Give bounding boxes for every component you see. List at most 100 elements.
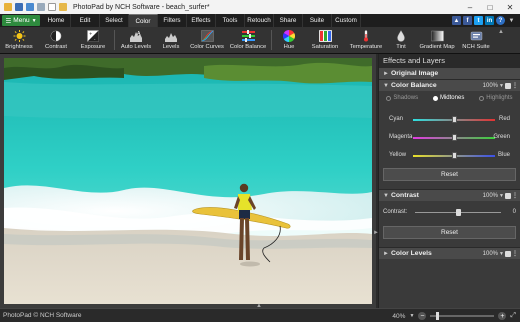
close-button[interactable]: ✕ bbox=[500, 0, 520, 14]
contrast-button[interactable]: Contrast bbox=[38, 27, 74, 53]
layer-menu-icon[interactable]: ⋮ bbox=[512, 192, 518, 199]
tab-custom[interactable]: Custom bbox=[332, 14, 361, 27]
layer-enabled-checkbox[interactable] bbox=[505, 193, 511, 199]
nch-suite-button[interactable]: NCH Suite bbox=[458, 27, 494, 53]
tab-color[interactable]: Color bbox=[129, 14, 158, 27]
facebook-icon[interactable]: f bbox=[463, 16, 472, 25]
radio-dot bbox=[386, 95, 392, 101]
collapse-arrow-icon[interactable]: ▼ bbox=[383, 83, 391, 89]
panel-title: Effects and Layers bbox=[379, 54, 520, 67]
help-icon[interactable]: ? bbox=[496, 16, 505, 25]
zoom-dropdown-icon[interactable]: ▼ bbox=[409, 313, 414, 319]
color-curves-button[interactable]: Color Curves bbox=[187, 27, 227, 53]
expand-arrow-icon[interactable]: ► bbox=[383, 71, 391, 77]
hue-button[interactable]: Hue bbox=[274, 27, 304, 53]
exposure-button[interactable]: + - Exposure bbox=[74, 27, 112, 53]
tab-retouch[interactable]: Retouch bbox=[245, 14, 274, 27]
ribbon-tabs: ☰ Menu ▼ Home Edit Select Color Filters … bbox=[0, 14, 520, 27]
tab-suite[interactable]: Suite bbox=[303, 14, 332, 27]
original-image-layer[interactable]: ► Original Image bbox=[379, 67, 520, 79]
layer-opacity[interactable]: 100% bbox=[483, 83, 498, 89]
image-canvas[interactable]: ► bbox=[0, 54, 379, 308]
color-balance-reset-button[interactable]: Reset bbox=[383, 168, 516, 181]
gradient-map-button[interactable]: Gradient Map bbox=[416, 27, 458, 53]
minimize-button[interactable]: – bbox=[460, 0, 480, 14]
toolbar-divider bbox=[271, 30, 272, 50]
levels-button[interactable]: Levels bbox=[155, 27, 187, 53]
tab-select[interactable]: Select bbox=[100, 14, 129, 27]
zoom-out-button[interactable]: − bbox=[418, 312, 427, 320]
tab-filters[interactable]: Filters bbox=[158, 14, 187, 27]
tab-effects[interactable]: Effects bbox=[187, 14, 216, 27]
toolbar-more-button[interactable]: ▲ bbox=[494, 27, 508, 53]
thumbs-up-icon[interactable]: ▲ bbox=[452, 16, 461, 25]
zoom-slider[interactable] bbox=[430, 312, 495, 320]
magenta-green-thumb[interactable] bbox=[451, 134, 457, 141]
chevron-down-icon[interactable]: ▼ bbox=[499, 193, 504, 199]
layer-enabled-checkbox[interactable] bbox=[505, 251, 511, 257]
color-toolbar: Brightness Contrast + - Exposure A Auto L… bbox=[0, 27, 520, 54]
layer-opacity[interactable]: 100% bbox=[483, 251, 498, 257]
layer-enabled-checkbox[interactable] bbox=[505, 83, 511, 89]
save-icon[interactable] bbox=[15, 3, 23, 11]
gradient-map-label: Gradient Map bbox=[419, 44, 455, 50]
contrast-value[interactable]: 0 bbox=[513, 209, 516, 215]
tab-home[interactable]: Home bbox=[42, 14, 71, 27]
layer-menu-icon[interactable]: ⋮ bbox=[512, 250, 518, 257]
color-levels-layer[interactable]: ► Color Levels 100% ▼ ⋮ bbox=[379, 247, 520, 259]
color-balance-button[interactable]: Color Balance bbox=[227, 27, 269, 53]
saturation-button[interactable]: Saturation bbox=[304, 27, 346, 53]
zoom-slider-thumb[interactable] bbox=[436, 312, 440, 320]
highlights-radio[interactable]: Highlights bbox=[479, 95, 513, 101]
new-icon[interactable] bbox=[48, 3, 56, 11]
menu-button[interactable]: ☰ Menu ▼ bbox=[2, 15, 40, 26]
collapse-arrow-icon[interactable]: ▼ bbox=[383, 193, 391, 199]
open-folder-icon[interactable] bbox=[59, 3, 67, 11]
layer-menu-icon[interactable]: ⋮ bbox=[512, 82, 518, 89]
options-chevron-icon[interactable]: ▼ bbox=[507, 16, 516, 25]
auto-levels-button[interactable]: A Auto Levels bbox=[117, 27, 155, 53]
color-balance-label: Color Balance bbox=[229, 44, 267, 50]
temperature-button[interactable]: Temperature bbox=[346, 27, 386, 53]
contrast-field-label: Contrast: bbox=[383, 209, 408, 215]
undo-icon[interactable] bbox=[26, 3, 34, 11]
app-logo-icon bbox=[4, 3, 12, 11]
linkedin-icon[interactable]: in bbox=[485, 16, 494, 25]
yellow-label: Yellow bbox=[389, 152, 407, 158]
levels-icon bbox=[164, 30, 178, 42]
layer-opacity[interactable]: 100% bbox=[483, 193, 498, 199]
contrast-icon bbox=[50, 30, 63, 42]
color-balance-icon bbox=[241, 30, 255, 42]
contrast-thumb[interactable] bbox=[455, 209, 461, 216]
contrast-reset-button[interactable]: Reset bbox=[383, 226, 516, 239]
hue-wheel-icon bbox=[283, 30, 296, 42]
highlights-label: Highlights bbox=[486, 95, 513, 101]
tab-edit[interactable]: Edit bbox=[71, 14, 100, 27]
maximize-button[interactable]: □ bbox=[480, 0, 500, 14]
fit-to-window-icon[interactable]: ⤢ bbox=[510, 312, 516, 320]
tab-tools[interactable]: Tools bbox=[216, 14, 245, 27]
shadows-radio[interactable]: Shadows bbox=[386, 95, 418, 101]
chevron-down-icon[interactable]: ▼ bbox=[499, 251, 504, 257]
green-label: Green bbox=[493, 134, 510, 140]
contrast-layer[interactable]: ▼ Contrast 100% ▼ ⋮ bbox=[379, 189, 520, 201]
tint-drop-icon bbox=[395, 30, 408, 42]
tab-share[interactable]: Share bbox=[274, 14, 303, 27]
yellow-blue-thumb[interactable] bbox=[451, 152, 457, 159]
exposure-icon: + - bbox=[87, 30, 100, 42]
tint-button[interactable]: Tint bbox=[386, 27, 416, 53]
expand-arrow-icon[interactable]: ► bbox=[383, 251, 391, 257]
redo-icon[interactable] bbox=[37, 3, 45, 11]
social-links: ▲ f t in ? ▼ bbox=[452, 16, 516, 25]
brightness-button[interactable]: Brightness bbox=[0, 27, 38, 53]
midtones-label: Midtones bbox=[439, 95, 465, 101]
color-balance-layer[interactable]: ▼ Color Balance 100% ▼ ⋮ bbox=[379, 79, 520, 91]
zoom-level[interactable]: 40% bbox=[392, 313, 405, 320]
cyan-red-thumb[interactable] bbox=[451, 116, 457, 123]
zoom-in-button[interactable]: + bbox=[498, 312, 507, 320]
midtones-radio[interactable]: Midtones bbox=[432, 95, 465, 101]
chevron-down-icon[interactable]: ▼ bbox=[499, 83, 504, 89]
radio-dot bbox=[479, 95, 485, 101]
brightness-label: Brightness bbox=[5, 44, 33, 50]
twitter-icon[interactable]: t bbox=[474, 16, 483, 25]
